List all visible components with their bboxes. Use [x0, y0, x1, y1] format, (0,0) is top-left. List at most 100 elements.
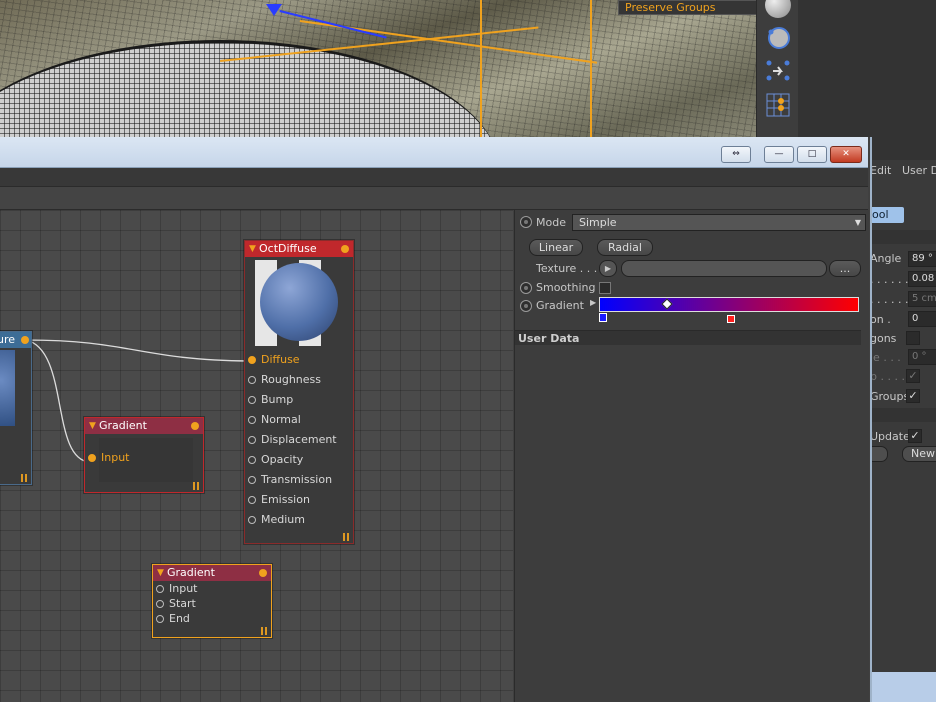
- texture-more-button[interactable]: ...: [829, 260, 861, 277]
- tool-tab[interactable]: ool: [868, 207, 904, 223]
- linear-button[interactable]: Linear: [529, 239, 583, 256]
- minimize-button[interactable]: —: [764, 146, 794, 163]
- output-port[interactable]: [191, 422, 199, 430]
- port-pin[interactable]: [156, 615, 164, 623]
- port-input[interactable]: Input: [153, 581, 271, 596]
- preview-sphere: [260, 263, 338, 341]
- texture-preview: [0, 350, 15, 426]
- port-label: Transmission: [261, 473, 333, 486]
- node-editor-window: ⇔ — □ ✕ ure ▼ OctDiffuse Diffuse Roughne…: [0, 137, 872, 702]
- panel-footer: [870, 672, 936, 702]
- mode-keyframe-toggle[interactable]: [520, 216, 532, 228]
- expand-arrow-icon[interactable]: ▶: [590, 298, 596, 307]
- angle-label: Angle: [870, 252, 902, 265]
- menu-user-data[interactable]: User D: [902, 164, 936, 177]
- collapse-icon[interactable]: ▼: [157, 565, 164, 581]
- port-opacity[interactable]: Opacity: [245, 450, 353, 470]
- new-button[interactable]: New: [902, 446, 936, 462]
- resize-grip-icon[interactable]: [261, 627, 269, 635]
- port-start[interactable]: Start: [153, 596, 271, 611]
- window-menubar: [0, 168, 868, 187]
- port-pin[interactable]: [156, 585, 164, 593]
- port-input[interactable]: Input: [85, 448, 203, 468]
- resize-grip-icon[interactable]: [343, 533, 351, 541]
- node-title: Gradient: [99, 419, 147, 432]
- port-label: Normal: [261, 413, 301, 426]
- port-pin[interactable]: [248, 476, 256, 484]
- user-data-header-bar[interactable]: User Data: [515, 330, 861, 345]
- radial-button[interactable]: Radial: [597, 239, 653, 256]
- play-icon[interactable]: ▶: [599, 260, 617, 277]
- port-transmission[interactable]: Transmission: [245, 470, 353, 490]
- port-diffuse[interactable]: Diffuse: [245, 350, 353, 370]
- resize-grip-icon[interactable]: [21, 474, 29, 482]
- node-canvas[interactable]: ure ▼ OctDiffuse Diffuse Roughness Bump …: [0, 210, 513, 702]
- collapse-icon[interactable]: ▼: [249, 241, 256, 257]
- gradient-node[interactable]: ▼ Gradient Input: [84, 417, 204, 493]
- port-pin[interactable]: [248, 496, 256, 504]
- port-label: Opacity: [261, 453, 304, 466]
- port-pin[interactable]: [248, 456, 256, 464]
- param-field[interactable]: 5 cm: [908, 291, 936, 307]
- port-pin[interactable]: [248, 516, 256, 524]
- port-displacement[interactable]: Displacement: [245, 430, 353, 450]
- param-field[interactable]: 0: [908, 311, 936, 327]
- grid-points-icon[interactable]: [765, 92, 791, 118]
- param-checkbox[interactable]: ✓: [906, 369, 920, 383]
- port-emission[interactable]: Emission: [245, 490, 353, 510]
- port-pin[interactable]: [248, 436, 256, 444]
- gradient-bar[interactable]: [599, 297, 859, 312]
- image-texture-node[interactable]: ure: [0, 331, 32, 485]
- param-field[interactable]: 0 °: [908, 349, 936, 365]
- port-pin[interactable]: [88, 454, 96, 462]
- output-port[interactable]: [341, 245, 349, 253]
- move-points-icon[interactable]: [765, 58, 791, 84]
- node-header[interactable]: ▼ Gradient: [153, 565, 271, 581]
- port-pin[interactable]: [248, 356, 256, 364]
- angle-field[interactable]: 89 °: [908, 251, 936, 267]
- port-normal[interactable]: Normal: [245, 410, 353, 430]
- gradient-start-knot[interactable]: [599, 313, 607, 322]
- resize-grip-icon[interactable]: [193, 482, 201, 490]
- mode-dropdown[interactable]: Simple ▼: [572, 214, 866, 231]
- update-checkbox[interactable]: ✓: [908, 429, 922, 443]
- port-roughness[interactable]: Roughness: [245, 370, 353, 390]
- gradient-node-selected[interactable]: ▼ Gradient Input Start End: [152, 564, 272, 638]
- close-button[interactable]: ✕: [830, 146, 862, 163]
- collapse-icon[interactable]: ▼: [89, 418, 96, 434]
- output-port[interactable]: [21, 336, 29, 344]
- preserve-groups-checkbox[interactable]: ✓: [906, 389, 920, 403]
- smoothing-checkbox[interactable]: [599, 282, 611, 294]
- sphere-points-icon[interactable]: [765, 24, 791, 50]
- node-header[interactable]: ▼ Gradient: [85, 418, 203, 434]
- port-pin[interactable]: [248, 376, 256, 384]
- restore-size-button[interactable]: ⇔: [721, 146, 751, 163]
- gradient-keyframe-toggle[interactable]: [520, 300, 532, 312]
- gradient-end-knot[interactable]: [727, 315, 735, 323]
- port-pin[interactable]: [156, 600, 164, 608]
- window-toolbar: [0, 187, 868, 210]
- window-titlebar[interactable]: ⇔ — □ ✕: [0, 137, 868, 168]
- node-header[interactable]: ▼ OctDiffuse: [245, 241, 353, 257]
- octdiffuse-node[interactable]: ▼ OctDiffuse Diffuse Roughness Bump Norm…: [244, 240, 354, 544]
- mode-value: Simple: [579, 216, 617, 229]
- port-label: Displacement: [261, 433, 337, 446]
- param-field[interactable]: 0.08: [908, 271, 936, 287]
- 3d-viewport[interactable]: Preserve Groups: [0, 0, 756, 140]
- texture-field[interactable]: [621, 260, 827, 277]
- gradient-midpoint-handle[interactable]: [661, 298, 673, 310]
- node-header[interactable]: ure: [0, 332, 31, 348]
- port-pin[interactable]: [248, 396, 256, 404]
- menu-edit[interactable]: Edit: [870, 164, 891, 177]
- sphere-tool-icon[interactable]: [765, 0, 791, 18]
- right-panel-header: [798, 0, 936, 160]
- maximize-button[interactable]: □: [797, 146, 827, 163]
- port-end[interactable]: End: [153, 611, 271, 626]
- port-medium[interactable]: Medium: [245, 510, 353, 530]
- port-bump[interactable]: Bump: [245, 390, 353, 410]
- material-preview: [255, 260, 343, 346]
- smoothing-keyframe-toggle[interactable]: [520, 282, 532, 294]
- output-port[interactable]: [259, 569, 267, 577]
- port-pin[interactable]: [248, 416, 256, 424]
- polygons-checkbox[interactable]: [906, 331, 920, 345]
